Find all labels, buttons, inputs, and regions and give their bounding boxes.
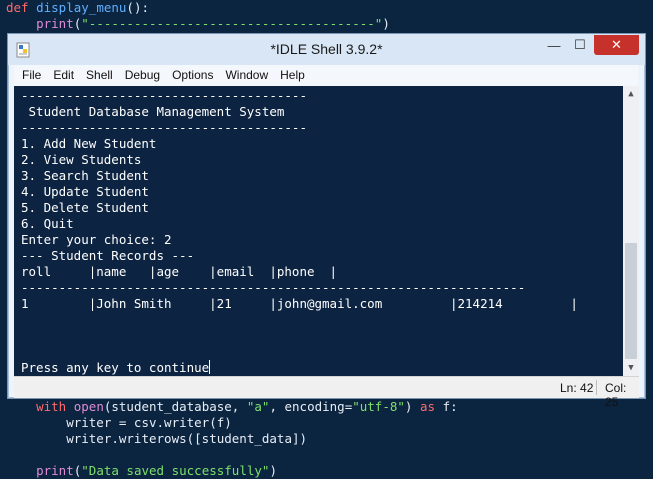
status-divider: [596, 380, 597, 395]
shell-output-line: 6. Quit: [21, 216, 74, 231]
shell-output-area[interactable]: -------------------------------------- S…: [14, 86, 623, 376]
shell-output-line: Enter your choice: 2: [21, 232, 172, 247]
shell-output-line: 3. Search Student: [21, 168, 149, 183]
vertical-scrollbar[interactable]: ▲ ▼: [623, 86, 639, 376]
maximize-button[interactable]: ☐: [567, 35, 593, 55]
shell-output-line: Press any key to continue: [21, 360, 211, 375]
close-button[interactable]: ✕: [594, 35, 639, 55]
shell-output-line: roll |name |age |email |phone |: [21, 264, 338, 279]
menu-window[interactable]: Window: [219, 65, 274, 86]
shell-output-line: --- Student Records ---: [21, 248, 195, 263]
background-code-line: print("Data saved successfully"): [36, 463, 277, 478]
text-cursor: [209, 360, 211, 374]
minimize-button[interactable]: —: [541, 35, 567, 55]
menu-edit[interactable]: Edit: [47, 65, 80, 86]
shell-output-line: 1. Add New Student: [21, 136, 157, 151]
line-number: Ln: 42: [560, 381, 594, 395]
menu-file[interactable]: File: [14, 65, 47, 86]
menu-bar: File Edit Shell Debug Options Window Hel…: [14, 65, 638, 86]
scroll-down-arrow-icon[interactable]: ▼: [623, 360, 639, 376]
shell-output-line: --------------------------------------: [21, 120, 307, 135]
scrollbar-thumb[interactable]: [625, 243, 637, 359]
background-code-line: writer.writerows([student_data]): [6, 431, 308, 446]
background-code-line: def display_menu():: [6, 0, 149, 15]
column-number: Col: 25: [605, 381, 627, 409]
background-code-line: with open(student_database, "a", encodin…: [36, 399, 458, 414]
menu-options[interactable]: Options: [166, 65, 219, 86]
idle-shell-window[interactable]: *IDLE Shell 3.9.2* — ☐ ✕ File Edit Shell…: [7, 33, 646, 409]
shell-output-line: Student Database Management System: [21, 104, 285, 119]
title-bar[interactable]: *IDLE Shell 3.9.2* — ☐ ✕: [8, 34, 645, 65]
shell-output-line: ----------------------------------------…: [21, 280, 526, 295]
background-code-line: print("---------------------------------…: [36, 16, 390, 31]
shell-output-line: 5. Delete Student: [21, 200, 149, 215]
menu-help[interactable]: Help: [274, 65, 311, 86]
shell-output-line: 2. View Students: [21, 152, 142, 167]
shell-output-line: --------------------------------------: [21, 88, 307, 103]
shell-output-line: 4. Update Student: [21, 184, 149, 199]
menu-shell[interactable]: Shell: [80, 65, 119, 86]
menu-debug[interactable]: Debug: [119, 65, 166, 86]
status-bar: Ln: 42 Col: 25: [14, 376, 639, 409]
shell-output-line: 1 |John Smith |21 |john@gmail.com |21421…: [21, 296, 578, 311]
scroll-up-arrow-icon[interactable]: ▲: [623, 86, 639, 102]
background-code-line: writer = csv.writer(f): [6, 415, 232, 430]
